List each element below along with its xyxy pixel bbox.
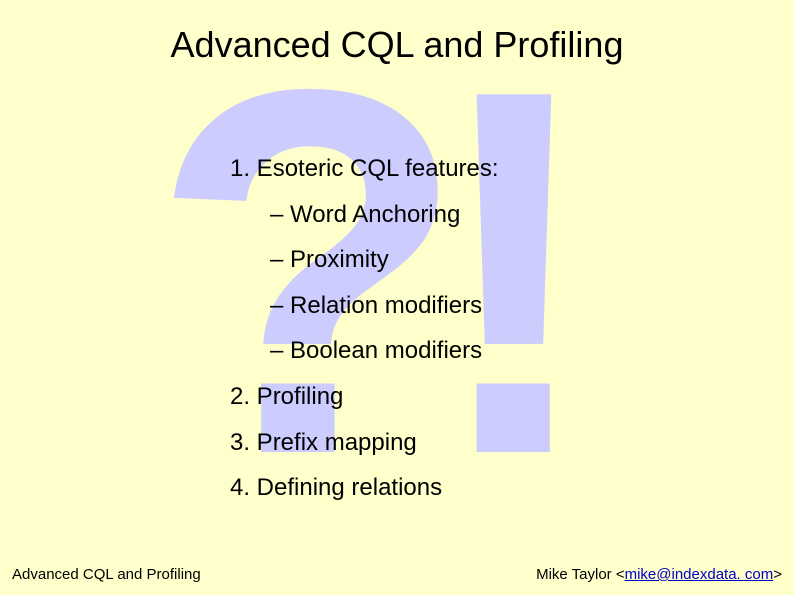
slide-content: 1. Esoteric CQL features: – Word Anchori… [230, 146, 794, 511]
item-1: 1. Esoteric CQL features: [230, 146, 794, 192]
item-1d: – Boolean modifiers [270, 328, 794, 374]
slide-title: Advanced CQL and Profiling [0, 0, 794, 66]
footer-left: Advanced CQL and Profiling [12, 566, 201, 583]
author-bracket-open: < [612, 566, 625, 583]
item-1c: – Relation modifiers [270, 283, 794, 329]
slide-footer: Advanced CQL and Profiling Mike Taylor <… [12, 566, 782, 583]
item-1a: – Word Anchoring [270, 192, 794, 238]
item-1b: – Proximity [270, 237, 794, 283]
author-bracket-close: > [773, 566, 782, 583]
author-name: Mike Taylor [536, 566, 612, 583]
item-3: 3. Prefix mapping [230, 420, 794, 466]
item-2: 2. Profiling [230, 374, 794, 420]
item-4: 4. Defining relations [230, 465, 794, 511]
footer-author: Mike Taylor <mike@indexdata. com> [536, 566, 782, 583]
author-email-link[interactable]: mike@indexdata. com [625, 566, 774, 583]
